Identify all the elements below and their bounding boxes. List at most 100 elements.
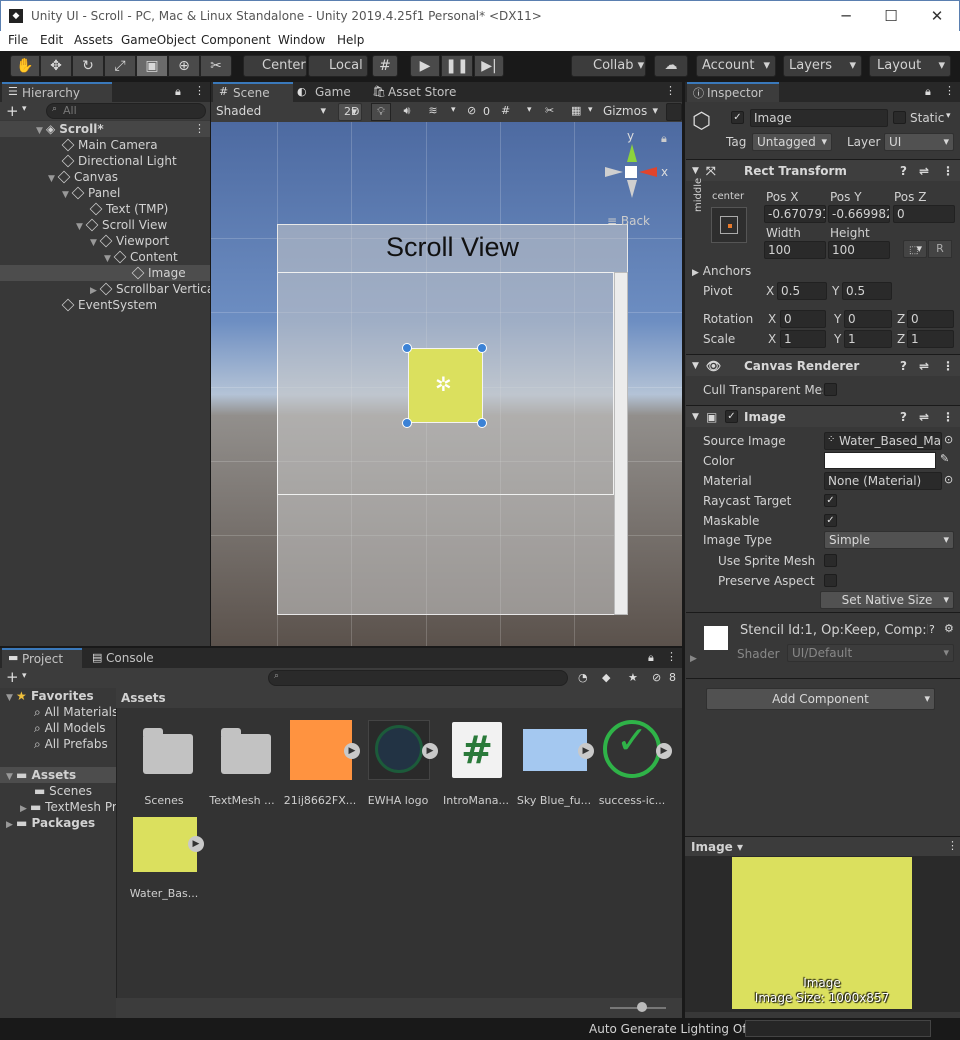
collapse-arrow-icon[interactable]: ▶ <box>692 268 699 278</box>
menu-assets[interactable]: Assets <box>74 33 113 47</box>
add-icon[interactable]: + <box>6 668 19 686</box>
blueprint-mode-button[interactable]: ⬚ <box>903 240 927 258</box>
chevron-down-icon[interactable]: ▾ <box>22 671 27 681</box>
menu-help[interactable]: Help <box>337 33 364 47</box>
expand-sprite-icon[interactable]: ▶ <box>344 743 360 759</box>
space-local-button[interactable]: Local <box>308 55 368 77</box>
pivot-x-input[interactable]: 0.5 <box>777 282 827 300</box>
move-tool-icon[interactable]: ✥ <box>40 55 72 77</box>
hierarchy-item-image[interactable]: Image <box>131 265 186 281</box>
gear-icon[interactable]: ⚙ <box>944 622 954 635</box>
step-button-icon[interactable]: ▶| <box>474 55 504 77</box>
asset-success-icon[interactable]: ✓ ▶ success-ic... <box>593 718 672 807</box>
object-picker-icon[interactable]: ⊙ <box>944 433 953 446</box>
asset-ewha-logo[interactable]: ▶ EWHA logo <box>359 720 438 807</box>
custom-tool-icon[interactable]: ✂ <box>200 55 232 77</box>
hierarchy-item-viewport[interactable]: ▼ Viewport <box>90 233 169 249</box>
pivot-handle-icon[interactable]: ✲ <box>435 372 452 396</box>
close-button[interactable]: ✕ <box>914 3 960 29</box>
hierarchy-item-content[interactable]: ▼ Content <box>104 249 178 265</box>
chevron-down-icon[interactable]: ▾ <box>527 105 532 115</box>
filter-by-label-icon[interactable]: ◆ <box>602 671 610 684</box>
collab-button[interactable]: Collab ▾ <box>571 55 646 77</box>
expand-arrow-icon[interactable]: ▼ <box>90 235 100 251</box>
tools-icon[interactable]: ✂ <box>545 104 554 117</box>
grid-snap-icon[interactable]: # <box>372 55 398 77</box>
lighting-toggle-icon[interactable]: 💡︎ <box>371 103 391 121</box>
expand-arrow-icon[interactable]: ▼ <box>48 171 58 187</box>
chevron-down-icon[interactable]: ▾ <box>588 105 593 115</box>
rect-transform-header[interactable]: ▼ ⤧ Rect Transform ? ⇌ ⋮ <box>686 159 960 181</box>
rotation-y-input[interactable]: 0 <box>844 310 892 328</box>
posz-input[interactable]: 0 <box>893 205 955 223</box>
menu-edit[interactable]: Edit <box>40 33 63 47</box>
asset-image-orange[interactable]: ▶ 21ij8662FX... <box>281 720 360 807</box>
asset-folder-textmesh[interactable]: TextMesh ... <box>203 722 281 807</box>
scene-row[interactable] <box>0 121 210 137</box>
gizmos-dropdown[interactable]: Gizmos <box>599 103 662 121</box>
hand-tool-icon[interactable]: ✋ <box>10 55 40 77</box>
expand-sprite-icon[interactable]: ▶ <box>578 743 594 759</box>
expand-arrow-icon[interactable]: ▼ <box>36 123 46 139</box>
more-menu-icon[interactable]: ⋮ <box>944 84 955 97</box>
gizmo-neg-y-cone[interactable] <box>627 180 637 198</box>
layers-dropdown[interactable]: Layers ▾ <box>783 55 862 77</box>
expand-arrow-icon[interactable]: ▼ <box>62 187 72 203</box>
tree-fav-item[interactable]: ⌕ All Prefabs <box>34 736 108 752</box>
image-enabled-checkbox[interactable]: ✓ <box>725 410 738 423</box>
canvas-renderer-header[interactable]: ▼ 👁︎ Canvas Renderer ? ⇌ ⋮ <box>686 354 960 376</box>
layer-dropdown[interactable]: UI <box>884 133 954 151</box>
tab-hierarchy[interactable]: Hierarchy <box>2 82 112 102</box>
more-menu-icon[interactable]: ⋮ <box>665 84 676 97</box>
expand-sprite-icon[interactable]: ▶ <box>656 743 672 759</box>
lock-icon[interactable]: 🔒︎ <box>925 85 931 99</box>
maximize-button[interactable]: ☐ <box>868 3 914 29</box>
posx-input[interactable]: -0.670791 <box>764 205 826 223</box>
gizmo-lock-icon[interactable]: 🔒︎ <box>661 132 667 146</box>
gizmo-x-cone[interactable] <box>639 167 657 177</box>
eyedropper-icon[interactable]: ✎ <box>940 452 949 465</box>
expand-arrow-icon[interactable]: ▼ <box>6 769 16 785</box>
play-button-icon[interactable]: ▶ <box>410 55 440 77</box>
grid-toggle-icon[interactable]: # <box>501 104 510 117</box>
color-swatch[interactable] <box>824 452 936 469</box>
preview-label-dropdown[interactable]: Image ▾ <box>691 838 743 856</box>
lock-icon[interactable]: 🔒︎ <box>175 85 181 99</box>
ui-scrollbar-vertical[interactable] <box>614 272 628 615</box>
more-menu-icon[interactable]: ⋮ <box>942 160 954 182</box>
tree-favorites[interactable]: ▼ ★ Favorites <box>6 688 94 704</box>
posy-input[interactable]: -0.669982 <box>828 205 890 223</box>
expand-sprite-icon[interactable]: ▶ <box>188 836 204 852</box>
chevron-down-icon[interactable]: ▾ <box>946 111 951 121</box>
width-input[interactable]: 100 <box>764 241 826 259</box>
menu-gameobject[interactable]: GameObject <box>121 33 196 47</box>
preserve-aspect-checkbox[interactable] <box>824 574 837 587</box>
pivot-center-button[interactable]: Center <box>243 55 307 77</box>
presets-icon[interactable]: ⇌ <box>919 355 929 377</box>
menu-file[interactable]: File <box>8 33 28 47</box>
asset-image-skyblue[interactable]: ▶ Sky Blue_fu... <box>515 722 594 807</box>
menu-window[interactable]: Window <box>278 33 325 47</box>
set-native-size-button[interactable]: Set Native Size <box>820 591 954 609</box>
resize-handle[interactable] <box>402 418 412 428</box>
anchors-foldout[interactable]: ▶ Anchors <box>692 262 751 280</box>
expand-arrow-icon[interactable]: ▼ <box>692 406 699 428</box>
more-menu-icon[interactable]: ⋮ <box>194 122 205 135</box>
gizmo-back-label[interactable]: ≡ Back <box>607 214 650 228</box>
static-checkbox[interactable] <box>893 111 906 124</box>
breadcrumb[interactable]: Assets <box>121 689 166 707</box>
layout-dropdown[interactable]: Layout ▾ <box>869 55 951 77</box>
tree-asset-item[interactable]: ▶▬ TextMesh Pro <box>20 799 116 815</box>
expand-arrow-icon[interactable]: ▼ <box>6 690 16 706</box>
hierarchy-item-eventsystem[interactable]: EventSystem <box>61 297 157 313</box>
tree-fav-item[interactable]: ⌕ All Models <box>34 720 106 736</box>
cloud-button[interactable]: ☁ <box>654 55 688 77</box>
chevron-down-icon[interactable]: ▾ <box>22 104 27 114</box>
shader-dropdown[interactable]: UI/Default <box>787 644 954 662</box>
help-icon[interactable]: ? <box>929 623 935 636</box>
expand-arrow-icon[interactable]: ▼ <box>76 219 86 235</box>
resize-handle[interactable] <box>402 343 412 353</box>
rect-tool-icon[interactable]: ▣ <box>136 55 168 77</box>
pivot-y-input[interactable]: 0.5 <box>842 282 892 300</box>
hierarchy-item-text-tmp[interactable]: Text (TMP) <box>89 201 168 217</box>
